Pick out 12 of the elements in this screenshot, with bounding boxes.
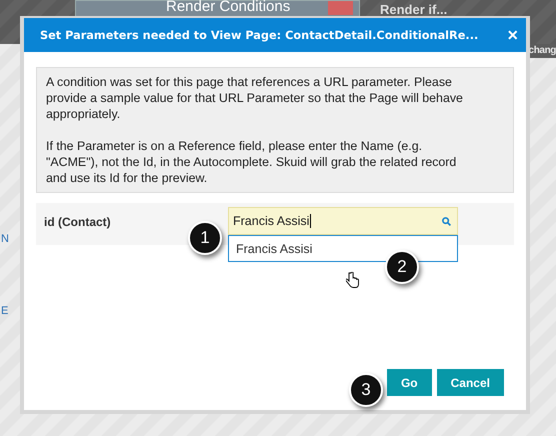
- autocomplete-field[interactable]: Francis Assisi: [228, 207, 458, 235]
- info-paragraph: A condition was set for this page that references a URL parameter. Please provide a sample value for that URL Parameter so that the Page will behave appropriately.: [46, 74, 464, 122]
- go-button[interactable]: Go: [386, 369, 432, 396]
- info-paragraph: If the Parameter is on a Reference field, please enter the Name (e.g. "ACME"), not the Id, in the Autocomplete. Skuid will grab the related record and use its Id for the preview.: [46, 138, 458, 186]
- link-text[interactable]: E: [1, 305, 9, 317]
- dialog-title: Set Parameters needed to View Page: ContactDetail.ConditionalRe...: [40, 28, 478, 42]
- field-label: id (Contact): [44, 215, 112, 229]
- render-if-label: Render if...: [380, 2, 448, 17]
- panel-title: Render Conditions: [166, 0, 290, 15]
- link-text[interactable]: N: [1, 233, 9, 245]
- close-button[interactable]: ×: [507, 24, 518, 46]
- cancel-button[interactable]: Cancel: [436, 369, 504, 396]
